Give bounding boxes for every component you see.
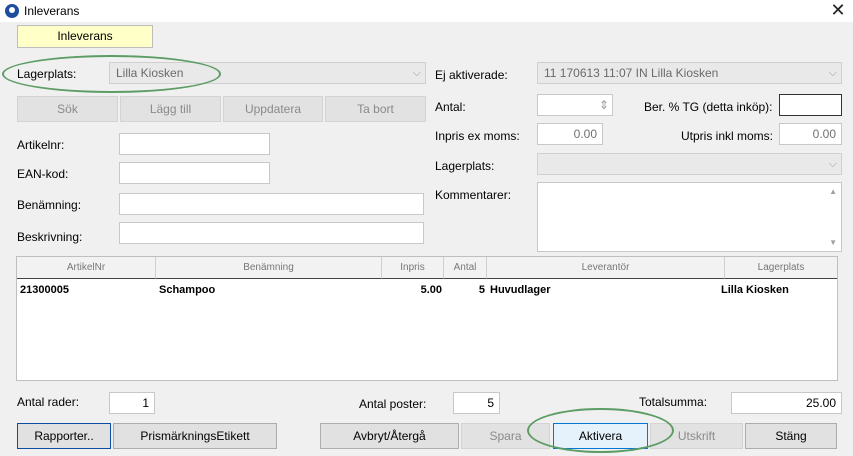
lagerplats-right-label: Lagerplats: — [435, 159, 495, 173]
ber-tg-input[interactable] — [779, 94, 842, 116]
lagerplats-value: Lilla Kiosken — [116, 66, 184, 80]
antal-label: Antal: — [435, 100, 466, 114]
kommentarer-label: Kommentarer: — [435, 188, 512, 202]
antal-poster-label: Antal poster: — [359, 397, 427, 411]
chevron-down-icon: ⌵ — [828, 67, 837, 79]
benamning-label: Benämning: — [17, 198, 82, 212]
utpris-label: Utpris inkl moms: — [681, 129, 774, 143]
col-header-artikelnr[interactable]: ArtikelNr — [17, 257, 156, 279]
ej-aktiverade-dropdown[interactable]: 11 170613 11:07 IN Lilla Kiosken ⌵ — [537, 62, 842, 84]
stang-button[interactable]: Stäng — [745, 423, 837, 449]
benamning-input[interactable] — [119, 193, 424, 215]
chevron-down-icon: ⌵ — [828, 158, 837, 170]
window-title: Inleverans — [24, 4, 80, 18]
articles-grid[interactable]: ArtikelNr Benämning Inpris Antal Leveran… — [16, 256, 838, 381]
col-header-leverantor[interactable]: Leverantör — [487, 257, 725, 279]
antal-poster-value: 5 — [453, 392, 500, 414]
chevron-down-icon: ⌵ — [412, 67, 421, 79]
lagg-till-button[interactable]: Lägg till — [120, 96, 221, 122]
app-logo-icon — [5, 4, 19, 18]
aktivera-button[interactable]: Aktivera — [553, 423, 648, 449]
antal-input[interactable]: ⇕ — [537, 94, 613, 116]
totalsumma-label: Totalsumma: — [639, 395, 708, 409]
tab-inleverans[interactable]: Inleverans — [17, 25, 153, 48]
col-header-antal[interactable]: Antal — [444, 257, 487, 279]
uppdatera-button[interactable]: Uppdatera — [223, 96, 323, 122]
kommentarer-textarea[interactable]: ▲ ▼ — [537, 182, 842, 252]
lagerplats-label: Lagerplats: — [17, 67, 77, 81]
title-bar — [0, 0, 853, 22]
ta-bort-button[interactable]: Ta bort — [325, 96, 426, 122]
col-header-inpris[interactable]: Inpris — [382, 257, 444, 279]
lagerplats-dropdown[interactable]: Lilla Kiosken ⌵ — [109, 62, 426, 84]
totalsumma-value: 25.00 — [731, 392, 842, 414]
inpris-input[interactable]: 0.00 — [537, 123, 603, 145]
cell-lagerplats: Lilla Kiosken — [721, 284, 789, 296]
cell-antal: 5 — [478, 284, 485, 296]
cell-benamning: Schampoo — [159, 284, 216, 296]
scroll-down-icon[interactable]: ▼ — [829, 238, 837, 247]
scroll-up-icon[interactable]: ▲ — [829, 187, 837, 196]
inpris-label: Inpris ex moms: — [435, 129, 520, 143]
utpris-input[interactable]: 0.00 — [779, 123, 842, 145]
sok-button[interactable]: Sök — [17, 96, 118, 122]
updown-spinner-icon[interactable]: ⇕ — [599, 97, 609, 113]
avbryt-aterga-button[interactable]: Avbryt/Återgå — [320, 423, 459, 449]
beskrivning-label: Beskrivning: — [17, 230, 83, 244]
ean-input[interactable] — [119, 162, 270, 184]
cell-inpris: 5.00 — [420, 284, 442, 296]
cell-leverantor: Huvudlager — [490, 284, 551, 296]
cell-artikelnr: 21300005 — [20, 284, 69, 296]
ej-aktiverade-value: 11 170613 11:07 IN Lilla Kiosken — [544, 66, 719, 80]
spara-button[interactable]: Spara — [461, 423, 550, 449]
ej-aktiverade-label: Ej aktiverade: — [435, 68, 508, 82]
utskrift-button[interactable]: Utskrift — [650, 423, 743, 449]
ber-tg-label: Ber. % TG (detta inköp): — [644, 100, 773, 114]
beskrivning-input[interactable] — [119, 222, 424, 244]
prismarkning-etikett-button[interactable]: PrismärkningsEtikett — [113, 423, 277, 449]
antal-rader-label: Antal rader: — [17, 395, 80, 409]
artikelnr-label: Artikelnr: — [17, 138, 65, 152]
close-icon[interactable]: ✕ — [826, 0, 850, 21]
col-header-lagerplats[interactable]: Lagerplats — [725, 257, 837, 279]
artikelnr-input[interactable] — [119, 133, 270, 155]
rapporter-button[interactable]: Rapporter.. — [17, 423, 111, 449]
ean-label: EAN-kod: — [17, 167, 69, 181]
col-header-benamning[interactable]: Benämning — [156, 257, 382, 279]
lagerplats-right-dropdown[interactable]: ⌵ — [537, 153, 842, 175]
antal-rader-value: 1 — [109, 392, 155, 414]
